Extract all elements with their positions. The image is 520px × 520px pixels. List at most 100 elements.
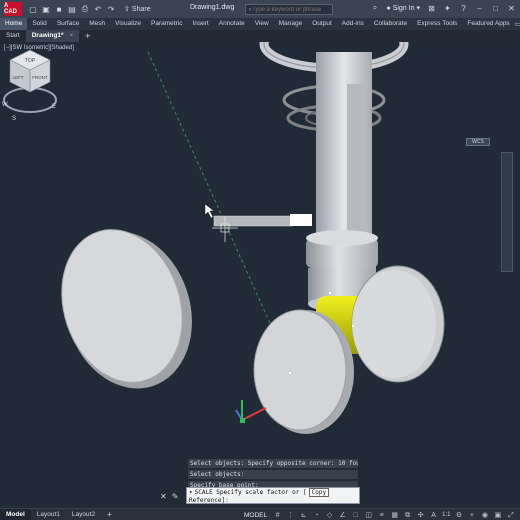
compass-south[interactable]: S [12, 116, 16, 122]
plus-icon[interactable]: + [467, 511, 476, 520]
layout-tab-layout2[interactable]: Layout2 [66, 509, 101, 520]
tab-surface[interactable]: Surface [52, 18, 84, 30]
ribbon-tabs: Home Solid Surface Mesh Visualize Parame… [0, 18, 520, 30]
polar-icon[interactable]: ◔ [312, 511, 321, 520]
gear-icon[interactable]: ⚙ [454, 511, 463, 520]
search-box[interactable]: › [245, 4, 333, 15]
annotation-scale[interactable]: 1:1 [442, 512, 450, 518]
chevron-down-icon: ▾ [416, 5, 420, 12]
layout-tab-layout1[interactable]: Layout1 [31, 509, 66, 520]
close-icon[interactable]: × [69, 32, 73, 39]
tab-featured-apps[interactable]: Featured Apps [462, 18, 514, 30]
command-line-tools: ✕ ✎ [160, 492, 178, 501]
tab-parametric[interactable]: Parametric [146, 18, 187, 30]
command-line-input[interactable]: ▾ SCALE Specify scale factor or [ Copy R… [186, 487, 360, 504]
document-title: Drawing1.dwg [190, 4, 235, 11]
command-history-line: Select objects: [188, 470, 358, 479]
viewcube-front-face[interactable]: FRONT [32, 75, 48, 80]
new-icon[interactable]: ▢ [28, 4, 38, 14]
selection-cycling-icon[interactable]: ⧉ [403, 511, 412, 520]
undo-icon[interactable]: ↶ [93, 4, 103, 14]
open-icon[interactable]: ▣ [41, 4, 51, 14]
status-toggles: MODEL # ⋮ ⊾ ◔ ◇ ∠ □ ◫ ≡ ▦ ⧉ ✣ A 1:1 ⚙ + … [244, 509, 520, 520]
tab-add-ins[interactable]: Add-ins [337, 18, 369, 30]
front-flange [253, 309, 354, 434]
minimize-icon[interactable]: – [475, 4, 484, 13]
command-prompt-row: ▾ SCALE Specify scale factor or [ Copy [187, 488, 359, 497]
annotation-visibility-icon[interactable]: A [429, 511, 438, 520]
status-bar: Model Layout1 Layout2 + MODEL # ⋮ ⊾ ◔ ◇ … [0, 508, 520, 520]
print-icon[interactable]: ⎙ [80, 4, 90, 14]
app-logo[interactable]: A CAD [4, 2, 22, 16]
search-input[interactable] [252, 6, 332, 13]
model-canvas[interactable] [0, 42, 520, 508]
ribbon-options-icon[interactable]: ▭ [515, 20, 520, 28]
isolate-objects-icon[interactable]: ◉ [480, 511, 489, 520]
navigation-bar[interactable] [501, 152, 513, 272]
tab-insert[interactable]: Insert [187, 18, 213, 30]
new-tab-button[interactable]: + [79, 31, 96, 41]
save-icon[interactable]: ■ [54, 4, 64, 14]
command-prompt-text: SCALE Specify scale factor or [ [194, 489, 307, 496]
maximize-icon[interactable]: □ [491, 4, 500, 13]
detached-flange [61, 229, 192, 389]
tab-annotate[interactable]: Annotate [214, 18, 250, 30]
tab-manage[interactable]: Manage [274, 18, 308, 30]
tab-output[interactable]: Output [307, 18, 337, 30]
ortho-icon[interactable]: ⊾ [299, 511, 308, 520]
transparency-icon[interactable]: ▦ [390, 511, 399, 520]
tab-view[interactable]: View [250, 18, 274, 30]
snap-icon[interactable]: ⋮ [286, 511, 295, 520]
copy-option[interactable]: Copy [308, 488, 330, 497]
viewcube-top-face[interactable]: TOP [25, 58, 36, 64]
redo-icon[interactable]: ↷ [106, 4, 116, 14]
model-space-toggle[interactable]: MODEL [244, 512, 267, 519]
tab-visualize[interactable]: Visualize [110, 18, 146, 30]
file-tab-start[interactable]: Start [0, 30, 26, 42]
compass-east[interactable]: E [52, 104, 56, 110]
right-flange [351, 265, 445, 383]
share-label: Share [131, 5, 151, 13]
save-as-icon[interactable]: ▤ [67, 4, 77, 14]
drawing-viewport[interactable]: [−][SW Isometric][Shaded] TOP LEFT FRONT… [0, 42, 520, 508]
connect-icon[interactable]: ✦ [443, 4, 452, 13]
wcs-menu[interactable]: WCS [466, 138, 490, 146]
gizmo-icon[interactable]: ✣ [416, 511, 425, 520]
chevron-down-icon[interactable]: ▾ [189, 489, 193, 496]
hardware-acceleration-icon[interactable]: ▣ [493, 511, 502, 520]
help-icon[interactable]: ? [459, 4, 468, 13]
tab-solid[interactable]: Solid [27, 18, 51, 30]
wrench-icon[interactable]: ✎ [172, 492, 179, 501]
object-snap-icon[interactable]: □ [351, 511, 360, 520]
command-prompt-line2: Reference]: [189, 497, 229, 504]
sign-in-label: Sign In [392, 4, 415, 12]
viewcube[interactable]: TOP LEFT FRONT S W E [0, 42, 60, 122]
tab-collaborate[interactable]: Collaborate [369, 18, 412, 30]
viewcube-left-face[interactable]: LEFT [12, 75, 23, 80]
compass-west[interactable]: W [2, 102, 8, 108]
search-icon[interactable]: ⌕ [370, 3, 379, 13]
close-icon[interactable]: ✕ [160, 492, 167, 501]
clean-screen-icon[interactable]: ⤢ [506, 511, 515, 520]
add-layout-button[interactable]: + [101, 510, 118, 519]
app-logo-text: A CAD [4, 3, 17, 15]
lineweight-icon[interactable]: ≡ [377, 511, 386, 520]
grid-icon[interactable]: # [273, 511, 282, 520]
layout-tab-model[interactable]: Model [0, 508, 31, 520]
tab-express-tools[interactable]: Express Tools [412, 18, 462, 30]
isodraft-icon[interactable]: ◇ [325, 511, 334, 520]
cart-icon[interactable]: ⊠ [427, 4, 436, 13]
mouse-pointer-icon [204, 203, 215, 219]
share-button[interactable]: ⇧ Share [124, 5, 151, 14]
object-snap-tracking-icon[interactable]: ∠ [338, 511, 347, 520]
file-tab-label: Drawing1* [31, 32, 64, 39]
title-bar: A CAD ▢ ▣ ■ ▤ ⎙ ↶ ↷ ⇧ Share Drawing1.dwg… [0, 0, 520, 18]
close-icon[interactable]: ✕ [507, 4, 516, 13]
title-bar-right: ⌕ ● Sign In ▾ ⊠ ✦ ? – □ ✕ [370, 3, 516, 13]
sign-in-button[interactable]: ● Sign In ▾ [386, 4, 420, 13]
file-tab-drawing1[interactable]: Drawing1* × [25, 30, 80, 42]
tab-mesh[interactable]: Mesh [84, 18, 110, 30]
tab-home[interactable]: Home [0, 18, 28, 30]
3d-object-snap-icon[interactable]: ◫ [364, 511, 373, 520]
command-history-line: Select objects: Specify opposite corner:… [188, 459, 358, 468]
